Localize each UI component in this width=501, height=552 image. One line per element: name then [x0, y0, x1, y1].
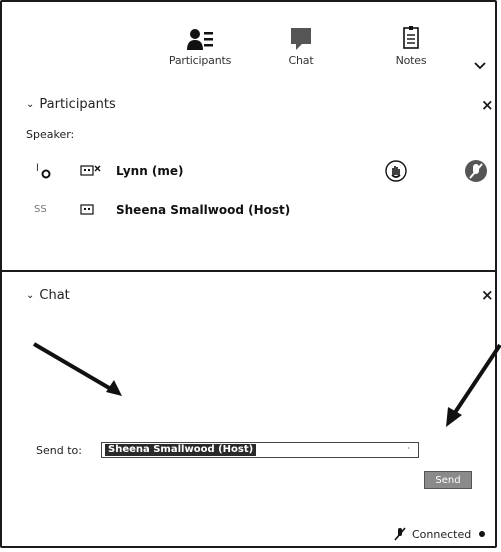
send-to-selected-value: Sheena Smallwood (Host)	[105, 444, 257, 456]
arrow-annotation-left	[32, 342, 122, 396]
app-window	[0, 0, 497, 548]
participants-collapse-toggle[interactable]: ⌄ Participants	[26, 97, 116, 112]
participant-name: Sheena Smallwood (Host)	[116, 203, 291, 217]
connection-status: Connected	[394, 527, 486, 541]
send-button[interactable]: Send	[424, 471, 472, 489]
participants-panel-title: Participants	[39, 97, 116, 112]
chat-button[interactable]: Chat	[283, 26, 319, 67]
chat-icon	[291, 28, 311, 50]
participants-button[interactable]: Participants	[168, 28, 232, 67]
participant-initials: SS	[34, 204, 47, 215]
arrow-annotation-right	[446, 343, 501, 427]
chat-label: Chat	[288, 54, 314, 67]
chat-close-icon[interactable]: ×	[481, 288, 494, 303]
notes-button[interactable]: Notes	[393, 26, 429, 67]
send-to-label: Send to:	[36, 444, 82, 457]
speaker-label: Speaker:	[26, 128, 75, 141]
participant-row[interactable]: l Lynn (me)	[26, 160, 487, 185]
participants-icon	[187, 29, 213, 50]
participant-name: Lynn (me)	[116, 164, 184, 178]
chevron-down-icon	[474, 62, 486, 70]
notes-icon	[403, 26, 419, 49]
video-icon	[80, 204, 94, 215]
send-to-dropdown[interactable]: Sheena Smallwood (Host) ·	[101, 442, 419, 458]
chevron-down-icon: ⌄	[26, 290, 35, 301]
status-dot-icon	[479, 531, 486, 537]
participants-label: Participants	[168, 54, 232, 67]
raise-hand-icon[interactable]	[384, 159, 408, 183]
panel-divider	[0, 270, 497, 272]
video-off-icon	[80, 165, 101, 176]
notes-label: Notes	[395, 54, 427, 67]
participants-close-icon[interactable]: ×	[481, 98, 494, 113]
connection-status-text: Connected	[412, 527, 472, 541]
participant-speaker-indicator: l	[36, 163, 39, 174]
dropdown-arrow-icon: ·	[407, 444, 410, 453]
mic-muted-icon[interactable]	[464, 159, 488, 183]
chat-collapse-toggle[interactable]: ⌄ Chat	[26, 288, 70, 303]
participant-row[interactable]: SS Sheena Smallwood (Host)	[26, 202, 486, 224]
audio-indicator-icon	[41, 169, 51, 179]
more-button[interactable]	[474, 55, 486, 74]
chat-panel-title: Chat	[39, 288, 70, 303]
chevron-down-icon: ⌄	[26, 99, 35, 110]
mic-off-icon	[394, 527, 406, 541]
